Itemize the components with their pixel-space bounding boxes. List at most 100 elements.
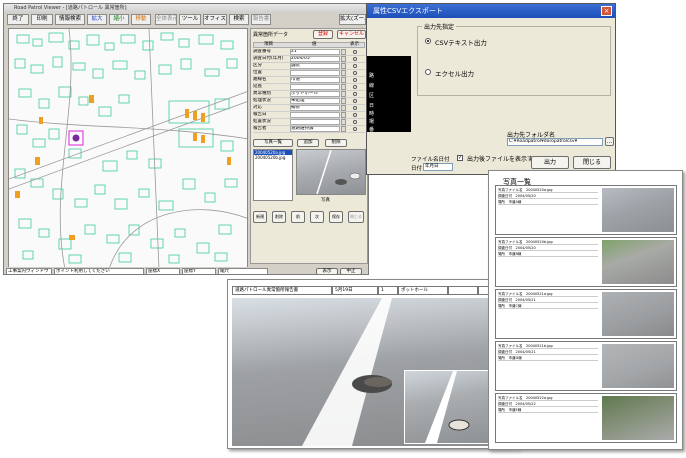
display-button[interactable]: 表示 <box>316 268 338 274</box>
report-cell: 1 <box>378 286 398 295</box>
status-scale: 縮尺 <box>218 268 268 274</box>
selected-location-icon[interactable] <box>68 130 84 146</box>
dialog-titlebar: 属性CSVエクスポート <box>367 4 615 18</box>
field-flag-radio[interactable] <box>353 71 357 75</box>
field-flag-radio[interactable] <box>353 92 357 96</box>
field-flag-radio[interactable] <box>353 50 357 54</box>
photo-list-tab[interactable]: 写真一覧 <box>253 139 293 147</box>
prev-record-button[interactable]: 前 <box>291 211 305 223</box>
photo-entry-line: 写真ファイル名 20040521b.jpg <box>498 344 598 349</box>
status-hint: ポイント利用してください <box>54 268 144 274</box>
field-row: 延長 <box>253 84 365 91</box>
photo-entry-line: 場所 市道D線 <box>498 356 598 361</box>
pan-button[interactable]: 移動 <box>131 14 151 25</box>
list-item[interactable]: 20040520b.jpg <box>254 155 292 160</box>
col-flag-label: 表示 <box>350 42 359 47</box>
chevron-down-icon[interactable] <box>341 119 346 125</box>
field-row: 調査日付(年月) 2004/05 <box>253 56 365 63</box>
field-value[interactable] <box>290 112 340 118</box>
field-value[interactable]: 舗装 <box>290 63 340 69</box>
filename-date-option: 日付 <box>411 166 423 172</box>
chevron-down-icon[interactable] <box>341 126 346 132</box>
field-flag-radio[interactable] <box>353 120 357 124</box>
chevron-down-icon[interactable] <box>341 91 346 97</box>
print-button[interactable]: 印刷 <box>31 14 53 25</box>
field-row: 路線名 市道 <box>253 77 365 84</box>
new-record-button[interactable]: 新規 <box>253 211 267 223</box>
field-flag-radio[interactable] <box>353 113 357 117</box>
field-value[interactable]: 道路維持課 <box>290 126 340 132</box>
field-name: 異常種別 <box>253 91 271 96</box>
save-record-button[interactable]: 保存 <box>329 211 343 223</box>
dialog-close-button[interactable]: 閉じる <box>573 156 611 169</box>
stop-button[interactable]: 中止 <box>340 268 362 274</box>
photo-delete-button[interactable]: 削除 <box>325 139 347 147</box>
report-button[interactable]: 報告書 <box>251 14 271 25</box>
field-flag-radio[interactable] <box>353 127 357 131</box>
zoom-scale-button[interactable]: 拡大(ズーム) <box>339 14 366 25</box>
field-flag-radio[interactable] <box>353 78 357 82</box>
browse-button[interactable]: … <box>605 137 614 146</box>
field-name: 調査日付(年月) <box>253 56 284 61</box>
photo-add-button[interactable]: 追加 <box>297 139 319 147</box>
field-value[interactable] <box>290 84 340 90</box>
field-value[interactable]: 21 <box>290 49 340 55</box>
info-search-button[interactable]: 情報検索 <box>55 14 85 25</box>
next-record-button[interactable]: 次 <box>310 211 324 223</box>
output-button[interactable]: 出力 <box>531 156 569 169</box>
zoom-in-button[interactable]: 拡大 <box>87 14 107 25</box>
field-value[interactable]: ポットホール <box>290 91 340 97</box>
csv-option-label: CSVテキスト出力 <box>435 39 487 47</box>
show-file-checkbox[interactable]: ✓ <box>457 155 463 161</box>
register-button[interactable]: 登録 <box>313 30 333 39</box>
photo-entry-line: 写真ファイル名 20040522a.jpg <box>498 396 598 401</box>
map-canvas[interactable] <box>8 28 248 268</box>
list-item: 時 <box>369 111 375 117</box>
chevron-down-icon[interactable] <box>341 112 346 118</box>
field-row: 報告日 <box>253 112 365 119</box>
exit-button[interactable]: 終了 <box>7 14 29 25</box>
chevron-down-icon[interactable] <box>341 70 346 76</box>
chevron-down-icon[interactable] <box>341 49 346 55</box>
field-value[interactable]: 補修 <box>290 105 340 111</box>
chevron-down-icon[interactable] <box>341 77 346 83</box>
photo-entry: 写真ファイル名 20040521b.jpg 調査日付 2004/05/21 場所… <box>495 341 677 391</box>
field-name: 報告者 <box>253 126 267 131</box>
excel-option-radio[interactable] <box>425 69 431 75</box>
close-panel-button[interactable]: 閉じる <box>348 211 364 223</box>
chevron-down-icon[interactable] <box>341 105 346 111</box>
close-icon[interactable]: × <box>601 6 612 16</box>
csv-option-radio[interactable] <box>425 38 431 44</box>
field-name: 位置 <box>253 70 262 75</box>
search-button[interactable]: 検索 <box>229 14 249 25</box>
field-value[interactable] <box>290 70 340 76</box>
cancel-button[interactable]: キャンセル <box>337 30 366 39</box>
field-flag-radio[interactable] <box>353 57 357 61</box>
folder-input[interactable]: C:¥Roadpatrol¥doropatrolcsv¥ <box>507 138 603 146</box>
office-button[interactable]: オフィス <box>203 14 227 25</box>
chevron-down-icon[interactable] <box>341 84 346 90</box>
zoom-out-button[interactable]: 縮小 <box>109 14 129 25</box>
field-flag-radio[interactable] <box>353 99 357 103</box>
field-value[interactable]: 2004/05 <box>290 56 340 62</box>
delete-record-button[interactable]: 削除 <box>272 211 286 223</box>
field-value[interactable] <box>290 119 340 125</box>
photo-entry: 写真ファイル名 20040520a.jpg 調査日付 2004/05/20 場所… <box>495 185 677 235</box>
filename-date-select[interactable]: 年月日 <box>423 163 453 171</box>
photo-file-list[interactable]: 20040520a.jpg 20040520b.jpg <box>253 149 293 201</box>
field-flag-radio[interactable] <box>353 106 357 110</box>
full-view-button[interactable]: 全体表示 <box>155 14 177 25</box>
chevron-down-icon[interactable] <box>341 98 346 104</box>
field-flag-radio[interactable] <box>353 85 357 89</box>
col-item-label: 項目 <box>264 42 273 47</box>
chevron-down-icon[interactable] <box>341 56 346 62</box>
field-value[interactable]: 市道 <box>290 77 340 83</box>
field-flag-radio[interactable] <box>353 64 357 68</box>
chevron-down-icon[interactable] <box>341 63 346 69</box>
dialog-title: 属性CSVエクスポート <box>373 7 443 15</box>
tool-button[interactable]: ツール <box>179 14 201 25</box>
photo-entry: 写真ファイル名 20040522a.jpg 調査日付 2004/05/22 場所… <box>495 393 677 443</box>
field-value[interactable]: 未処理 <box>290 98 340 104</box>
filename-date-label: ファイル名日付 <box>411 157 450 163</box>
status-coord-x: 座標X <box>146 268 180 274</box>
